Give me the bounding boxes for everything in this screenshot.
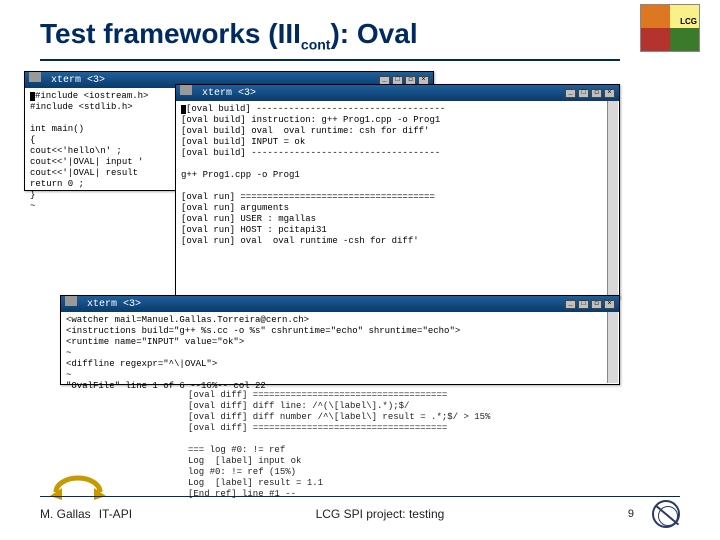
xterm2-win-buttons: _ □ ◻ × — [565, 89, 615, 98]
slide-header: Test frameworks (IIIcont): Oval — [40, 18, 620, 61]
xterm1-title-text: xterm <3> — [29, 72, 105, 89]
title-pre: Test frameworks (III — [40, 18, 301, 49]
sysmenu-icon[interactable] — [29, 72, 41, 82]
slide-footer: M. Gallas IT-API LCG SPI project: testin… — [40, 496, 680, 528]
xterm2-title: xterm <3> — [202, 88, 256, 99]
title-post: ): Oval — [330, 18, 417, 49]
scrollbar[interactable] — [607, 101, 618, 297]
restore-button[interactable]: □ — [578, 300, 589, 309]
xterm2-title-text: xterm <3> — [180, 85, 256, 102]
sysmenu-icon[interactable] — [180, 85, 192, 95]
close-button[interactable]: × — [604, 300, 615, 309]
xterm1-text: #include <iostream.h> #include <stdlib.h… — [30, 91, 148, 211]
xterm3-titlebar[interactable]: xterm <3> _ □ ◻ × — [61, 296, 619, 312]
xterm-window-3: xterm <3> _ □ ◻ × <watcher mail=Manuel.G… — [60, 295, 620, 385]
footer-project: LCG SPI project: testing — [316, 507, 445, 521]
xterm2-content: [oval build] ---------------------------… — [176, 101, 619, 250]
lcg-q3 — [641, 28, 670, 51]
slide-title: Test frameworks (IIIcont): Oval — [40, 18, 620, 53]
xterm3-text: <watcher mail=Manuel.Gallas.Torreira@cer… — [66, 315, 460, 391]
sysmenu-icon[interactable] — [65, 296, 77, 306]
footer-author: M. Gallas — [40, 507, 91, 521]
maximize-button[interactable]: ◻ — [591, 300, 602, 309]
lcg-q4 — [670, 28, 699, 51]
minimize-button[interactable]: _ — [565, 300, 576, 309]
footer-center: LCG SPI project: testing — [316, 507, 445, 521]
lcg-logo: LCG — [640, 4, 700, 52]
xterm2-titlebar[interactable]: xterm <3> _ □ ◻ × — [176, 85, 619, 101]
title-subscript: cont — [301, 37, 331, 53]
lcg-q1 — [641, 5, 670, 28]
xterm-window-2: xterm <3> _ □ ◻ × [oval build] ---------… — [175, 84, 620, 299]
close-button[interactable]: × — [604, 89, 615, 98]
scrollbar[interactable] — [607, 312, 618, 383]
xterm3-win-buttons: _ □ ◻ × — [565, 300, 615, 309]
diff-output1: [oval diff] ============================… — [188, 390, 490, 500]
footer-left: M. Gallas IT-API — [40, 507, 132, 521]
xterm3-title: xterm <3> — [87, 299, 141, 310]
minimize-button[interactable]: _ — [565, 89, 576, 98]
xterm3-content: <watcher mail=Manuel.Gallas.Torreira@cer… — [61, 312, 619, 395]
lcg-q2: LCG — [670, 5, 699, 28]
cern-logo — [652, 500, 680, 528]
footer-right: 9 — [628, 500, 680, 528]
page-number: 9 — [628, 508, 634, 520]
xterm2-text: [oval build] ---------------------------… — [181, 104, 445, 246]
footer-group: IT-API — [99, 507, 132, 521]
xterm3-title-text: xterm <3> — [65, 296, 141, 313]
xterm1-title: xterm <3> — [51, 75, 105, 86]
restore-button[interactable]: □ — [578, 89, 589, 98]
lcg-label: LCG — [680, 17, 697, 26]
maximize-button[interactable]: ◻ — [591, 89, 602, 98]
